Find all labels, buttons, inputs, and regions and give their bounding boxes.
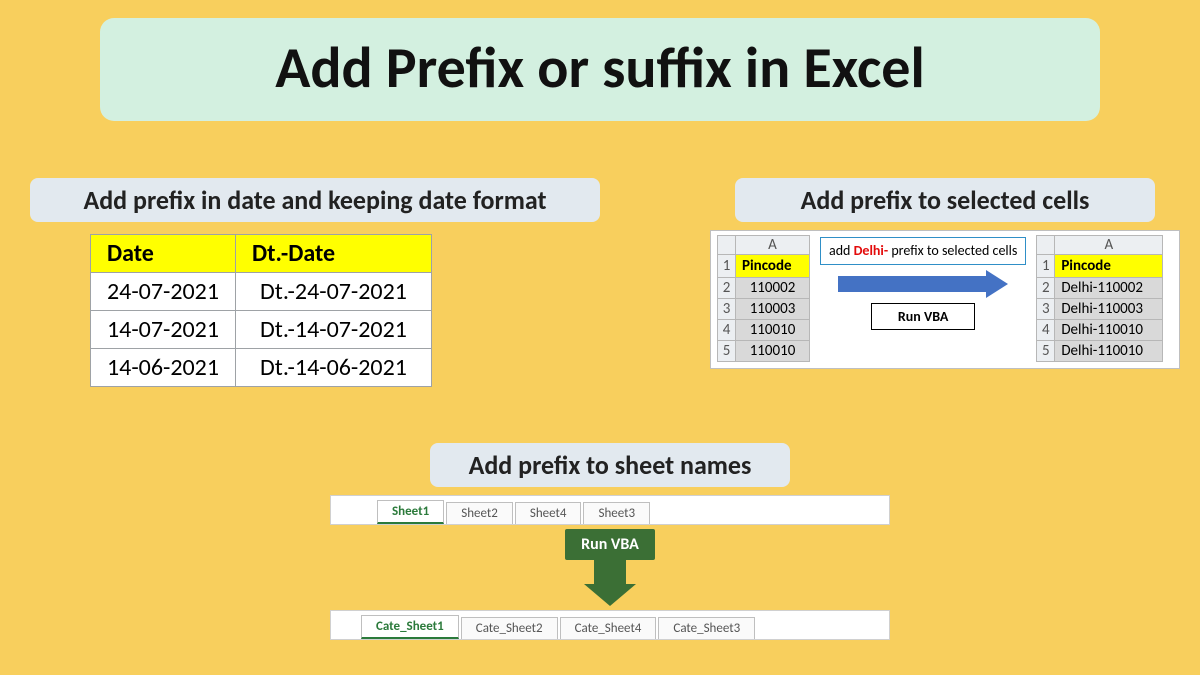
sheet-tab[interactable]: Cate_Sheet4 <box>560 617 657 639</box>
table-row: 14-06-2021 Dt.-14-06-2021 <box>91 349 432 387</box>
row-header: 1 <box>1037 255 1055 278</box>
corner-cell <box>1037 236 1055 255</box>
section-date-prefix: Add prefix in date and keeping date form… <box>30 178 600 387</box>
sheet-tabs-before: Sheet1 Sheet2 Sheet4 Sheet3 <box>330 495 890 525</box>
cell-pincode: 110010 <box>736 341 810 362</box>
page-title: Add Prefix or suffix in Excel <box>100 18 1100 121</box>
table-row: 24-07-2021 Dt.-24-07-2021 <box>91 273 432 311</box>
arrow-down-icon: Run VBA <box>330 529 890 606</box>
section-label-selected-cells: Add prefix to selected cells <box>735 178 1155 222</box>
cell-pincode: Delhi-110003 <box>1055 299 1163 320</box>
row-header: 4 <box>718 320 736 341</box>
row-header: 2 <box>718 278 736 299</box>
section-label-sheet-names: Add prefix to sheet names <box>430 443 790 487</box>
row-header: 5 <box>718 341 736 362</box>
run-vba-label: Run VBA <box>871 303 976 330</box>
sheet-tab[interactable]: Sheet1 <box>377 500 444 524</box>
note-text-prefix: Delhi- <box>854 242 889 259</box>
row-header: 4 <box>1037 320 1055 341</box>
row-header: 3 <box>1037 299 1055 320</box>
table-row: 14-07-2021 Dt.-14-07-2021 <box>91 311 432 349</box>
sheet-tab[interactable]: Sheet3 <box>583 502 650 524</box>
mini-grid-before: A 1Pincode 2110002 3110003 4110010 51100… <box>717 235 810 362</box>
cell-date: 24-07-2021 <box>91 273 236 311</box>
section-selected-cells: Add prefix to selected cells A 1Pincode … <box>710 178 1180 369</box>
row-header: 2 <box>1037 278 1055 299</box>
cell-pincode: Delhi-110010 <box>1055 341 1163 362</box>
prefix-note: add Delhi- prefix to selected cells <box>820 237 1026 265</box>
date-table-header-date: Date <box>91 235 236 273</box>
column-header-a: A <box>1055 236 1163 255</box>
sheet-tab[interactable]: Sheet4 <box>515 502 582 524</box>
corner-cell <box>718 236 736 255</box>
cell-date: 14-06-2021 <box>91 349 236 387</box>
cell-pincode: 110010 <box>736 320 810 341</box>
cell-pincode: Delhi-110002 <box>1055 278 1163 299</box>
arrow-right-icon <box>838 271 1008 297</box>
cell-dtdate: Dt.-14-06-2021 <box>236 349 432 387</box>
cell-pincode: 110003 <box>736 299 810 320</box>
section-label-date-prefix: Add prefix in date and keeping date form… <box>30 178 600 222</box>
sheet-tab[interactable]: Cate_Sheet1 <box>361 615 459 639</box>
cell-dtdate: Dt.-24-07-2021 <box>236 273 432 311</box>
mini-grid-after: A 1Pincode 2Delhi-110002 3Delhi-110003 4… <box>1036 235 1163 362</box>
section-sheet-names: Add prefix to sheet names Sheet1 Sheet2 … <box>330 443 890 640</box>
note-text-before: add <box>829 242 854 259</box>
date-table: Date Dt.-Date 24-07-2021 Dt.-24-07-2021 … <box>90 234 432 387</box>
sheet-tabs-after: Cate_Sheet1 Cate_Sheet2 Cate_Sheet4 Cate… <box>330 610 890 640</box>
sheet-tab[interactable]: Sheet2 <box>446 502 513 524</box>
sheet-tab[interactable]: Cate_Sheet2 <box>461 617 558 639</box>
pincode-header: Pincode <box>736 255 810 278</box>
column-header-a: A <box>736 236 810 255</box>
pincode-header: Pincode <box>1055 255 1163 278</box>
run-vba-label: Run VBA <box>565 529 655 560</box>
cell-date: 14-07-2021 <box>91 311 236 349</box>
row-header: 3 <box>718 299 736 320</box>
date-table-header-dtdate: Dt.-Date <box>236 235 432 273</box>
row-header: 1 <box>718 255 736 278</box>
row-header: 5 <box>1037 341 1055 362</box>
cell-pincode: 110002 <box>736 278 810 299</box>
cell-pincode: Delhi-110010 <box>1055 320 1163 341</box>
cell-dtdate: Dt.-14-07-2021 <box>236 311 432 349</box>
sheet-tab[interactable]: Cate_Sheet3 <box>658 617 755 639</box>
note-text-after: prefix to selected cells <box>888 242 1017 259</box>
